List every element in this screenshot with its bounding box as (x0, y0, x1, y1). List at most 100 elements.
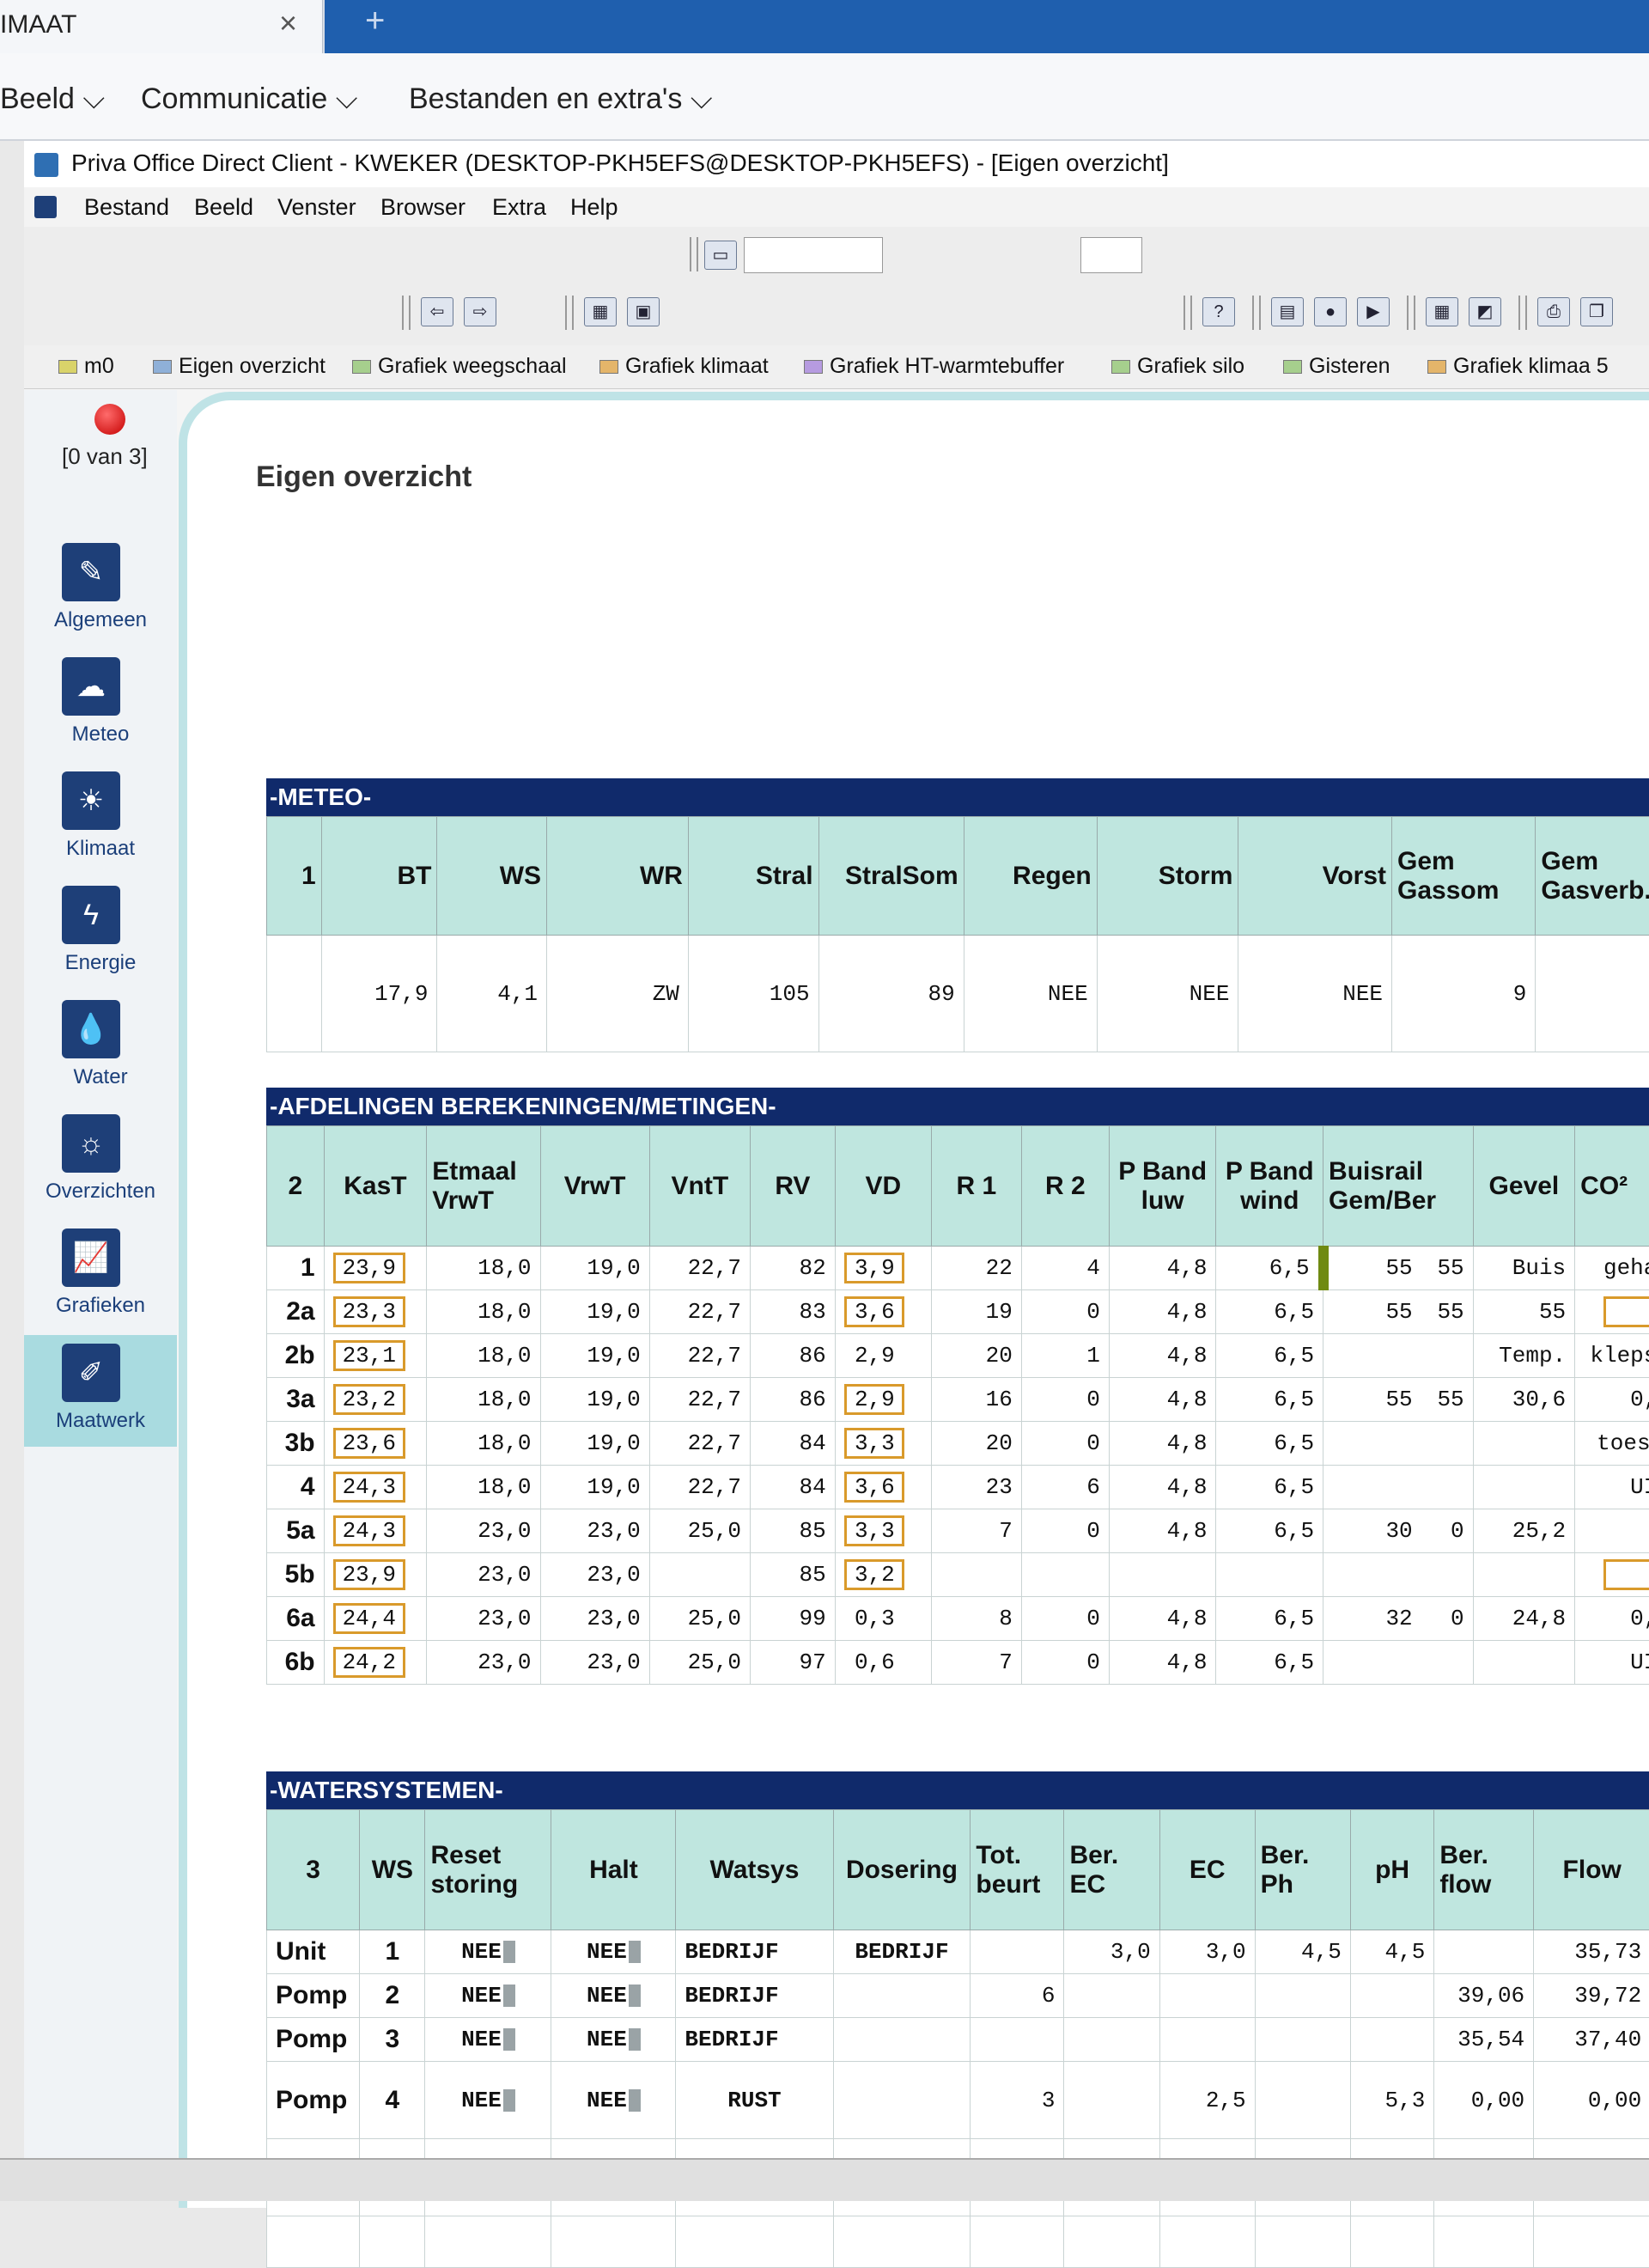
favorite-gisteren[interactable]: Gisteren (1283, 354, 1390, 379)
chevron-down-icon[interactable] (629, 2089, 641, 2112)
vd-value[interactable]: 3,2 (844, 1559, 904, 1590)
chevron-down-icon[interactable] (503, 1941, 515, 1963)
favorite-grafiek-ht-warmtebuffer[interactable]: Grafiek HT-warmtebuffer (804, 354, 1064, 379)
gevel-cell: 55 (1473, 1290, 1575, 1334)
r2-cell: 0 (1021, 1509, 1109, 1553)
halt-select[interactable]: NEE (551, 2062, 676, 2139)
kast-value[interactable]: 24,3 (333, 1515, 405, 1546)
sidebar-item-maatwerk[interactable]: ✐Maatwerk (24, 1335, 177, 1447)
reset-select[interactable]: NEE (425, 1930, 551, 1974)
menu-extra[interactable]: Extra (492, 194, 546, 221)
menu-browser[interactable]: Browser (380, 194, 465, 221)
chevron-down-icon[interactable] (629, 1984, 641, 2007)
close-icon[interactable]: × (279, 5, 297, 41)
favorite-grafiek-weegschaal[interactable]: Grafiek weegschaal (352, 354, 567, 379)
menu-bestand[interactable]: Bestand (84, 194, 169, 221)
halt-select[interactable]: NEE (551, 1930, 676, 1974)
calculator-icon[interactable]: ▦ (1426, 297, 1458, 326)
halt-select[interactable]: NEE (551, 1974, 676, 2018)
afdelingen-column-header: P Band luw (1109, 1126, 1216, 1247)
chevron-down-icon[interactable] (503, 2089, 515, 2112)
co2-value[interactable]: 368 (1603, 1296, 1649, 1327)
address-input[interactable] (744, 237, 883, 273)
copy-icon[interactable]: ❐ (1580, 297, 1613, 326)
luw-cell: 4,8 (1109, 1378, 1216, 1422)
print-icon[interactable]: ⎙ (1537, 297, 1570, 326)
vd-value[interactable]: 3,3 (844, 1515, 904, 1546)
empty-cell (1534, 2216, 1649, 2268)
water-column-header: 3 (267, 1810, 360, 1930)
app-menu-icon[interactable] (34, 196, 57, 218)
chevron-down-icon[interactable] (629, 2028, 641, 2051)
co2-value: UIT (1630, 1649, 1649, 1675)
record-icon[interactable]: ● (1314, 297, 1347, 326)
picture-icon[interactable]: ◩ (1469, 297, 1501, 326)
chevron-down-icon[interactable] (503, 2028, 515, 2051)
kast-cell: 23,9 (324, 1247, 427, 1290)
sidebar-item-meteo[interactable]: ☁Meteo (24, 657, 177, 769)
menu-help[interactable]: Help (570, 194, 618, 221)
kast-value[interactable]: 23,9 (333, 1559, 405, 1590)
kast-value[interactable]: 24,3 (333, 1472, 405, 1503)
kast-value[interactable]: 23,1 (333, 1340, 405, 1371)
help-icon[interactable]: ? (1202, 297, 1235, 326)
play-icon[interactable]: ▶ (1357, 297, 1390, 326)
vd-value[interactable]: 3,6 (844, 1296, 904, 1327)
rv-cell: 85 (751, 1509, 836, 1553)
berflow-cell: 35,54 (1434, 2018, 1534, 2062)
reset-select[interactable]: NEE (425, 2062, 551, 2139)
chevron-down-icon[interactable] (503, 1984, 515, 2007)
flow-cell: 39,72 (1534, 1974, 1649, 2018)
favorite-grafiek-silo[interactable]: Grafiek silo (1111, 354, 1244, 379)
sidebar-item-water[interactable]: 💧Water (24, 1000, 177, 1112)
vd-value[interactable]: 2,9 (844, 1384, 904, 1415)
browser-menu-bestanden[interactable]: Bestanden en extra's ⌵ (409, 82, 713, 116)
menu-venster[interactable]: Venster (277, 194, 356, 221)
gevel-cell: 30,6 (1473, 1378, 1575, 1422)
menu-beeld[interactable]: Beeld (194, 194, 253, 221)
alarm-icon[interactable] (94, 404, 125, 435)
kast-value[interactable]: 23,3 (333, 1296, 405, 1327)
gevel-cell (1473, 1641, 1575, 1685)
vd-value[interactable]: 3,3 (844, 1428, 904, 1459)
forward-icon[interactable]: ⇨ (464, 297, 496, 326)
address-icon[interactable]: ▭ (704, 241, 737, 270)
kast-value[interactable]: 24,2 (333, 1647, 405, 1678)
kast-value[interactable]: 23,6 (333, 1428, 405, 1459)
browser-tab[interactable]: IMAAT × (0, 0, 323, 53)
sidebar-item-overzichten[interactable]: ☼Overzichten (24, 1114, 177, 1226)
sidebar-item-algemeen[interactable]: ✎Algemeen (24, 543, 177, 655)
page-input[interactable] (1080, 237, 1142, 273)
reset-select[interactable]: NEE (425, 1974, 551, 2018)
empty-cell (425, 2216, 551, 2268)
vd-cell: 0,3 (835, 1597, 931, 1641)
kast-cell: 24,3 (324, 1466, 427, 1509)
sidebar-item-grafieken[interactable]: 📈Grafieken (24, 1228, 177, 1340)
kast-value[interactable]: 23,9 (333, 1253, 405, 1283)
kast-value[interactable]: 23,2 (333, 1384, 405, 1415)
back-icon[interactable]: ⇦ (421, 297, 453, 326)
kast-value[interactable]: 24,4 (333, 1603, 405, 1634)
sidebar-item-energie[interactable]: ϟEnergie (24, 886, 177, 997)
browser-menu-communicatie[interactable]: Communicatie ⌵ (141, 82, 358, 116)
r2-cell: 0 (1021, 1422, 1109, 1466)
favorite-eigen-overzicht[interactable]: Eigen overzicht (153, 354, 326, 379)
reset-select[interactable]: NEE (425, 2018, 551, 2062)
tot-cell (971, 2018, 1064, 2062)
chevron-down-icon[interactable] (629, 1941, 641, 1963)
co2-cell: 0,0 (1575, 1378, 1649, 1422)
vd-value[interactable]: 3,6 (844, 1472, 904, 1503)
sidebar-item-klimaat[interactable]: ☀Klimaat (24, 771, 177, 883)
berflow-cell: 39,06 (1434, 1974, 1534, 2018)
halt-select[interactable]: NEE (551, 2018, 676, 2062)
co2-value[interactable]: 600 (1603, 1559, 1649, 1590)
favorite-m0[interactable]: m0 (58, 354, 114, 379)
favorite-grafiek-klimaat[interactable]: Grafiek klimaat (599, 354, 769, 379)
browser-menu-beeld[interactable]: Beeld ⌵ (0, 82, 105, 116)
document-icon[interactable]: ▤ (1271, 297, 1304, 326)
favorite-grafiek-klimaa-5[interactable]: Grafiek klimaa 5 (1427, 354, 1609, 379)
grid-icon[interactable]: ▦ (584, 297, 617, 326)
vd-value[interactable]: 3,9 (844, 1253, 904, 1283)
save-icon[interactable]: ▣ (627, 297, 660, 326)
new-tab-button[interactable]: + (365, 2, 385, 40)
